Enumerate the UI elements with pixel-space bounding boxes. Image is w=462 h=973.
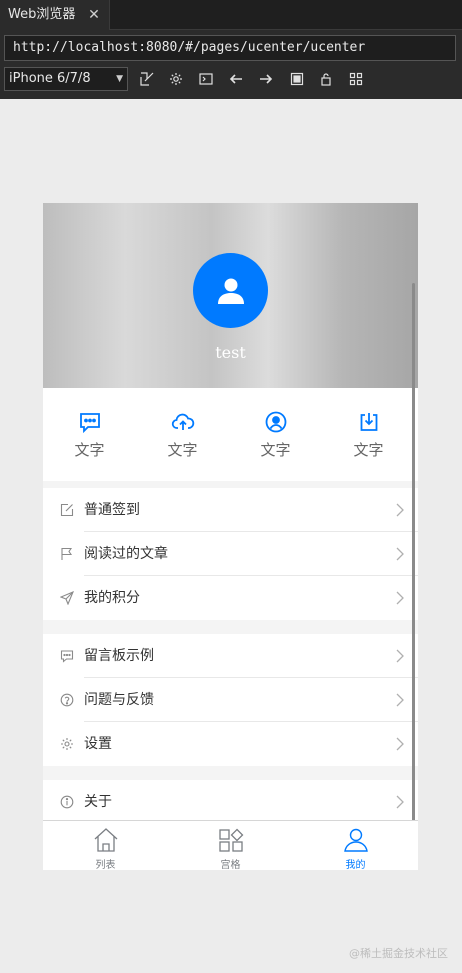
chevron-right-icon — [396, 693, 404, 707]
tab-mine[interactable]: 我的 — [293, 821, 418, 870]
quick-action-label: 文字 — [260, 441, 291, 459]
chevron-right-icon — [396, 591, 404, 605]
quick-action-label: 文字 — [167, 441, 198, 459]
home-icon — [94, 828, 118, 852]
tab-label: 宫格 — [220, 860, 241, 870]
menu-item-points[interactable]: 我的积分 — [43, 576, 418, 620]
menu-item-read-articles[interactable]: 阅读过的文章 — [43, 532, 418, 576]
info-icon — [60, 795, 74, 809]
quick-action-1[interactable]: 文字 — [43, 388, 136, 481]
chevron-right-icon — [396, 649, 404, 663]
edit-icon — [60, 503, 74, 517]
scrollbar[interactable] — [412, 283, 415, 853]
quick-actions: 文字 文字 文字 文字 — [43, 388, 418, 481]
phone-viewport: test 文字 文字 文字 文字 普通签到 阅读过的文章 我的积分 留言板示例 … — [43, 203, 418, 870]
forward-arrow-icon[interactable] — [256, 69, 276, 89]
grid-icon — [219, 828, 244, 852]
console-icon[interactable] — [196, 69, 216, 89]
gear-icon[interactable] — [166, 69, 186, 89]
lock-icon[interactable] — [316, 69, 336, 89]
message-icon — [60, 650, 74, 663]
quick-action-2[interactable]: 文字 — [136, 388, 229, 481]
chat-bubble-icon — [80, 413, 100, 434]
person-icon — [344, 828, 368, 852]
url-input[interactable]: http://localhost:8080/#/pages/ucenter/uc… — [4, 35, 456, 61]
quick-action-label: 文字 — [74, 441, 105, 459]
menu-item-label: 关于 — [84, 794, 112, 810]
watermark: @稀土掘金技术社区 — [349, 947, 448, 960]
screenshot-icon[interactable] — [287, 69, 307, 89]
menu-item-feedback[interactable]: 问题与反馈 — [43, 678, 418, 722]
menu-group-3: 关于 — [43, 780, 418, 824]
person-icon — [217, 278, 244, 304]
menu-item-about[interactable]: 关于 — [43, 780, 418, 824]
bottom-tab-bar: 列表 宫格 我的 — [43, 820, 418, 870]
menu-item-label: 我的积分 — [84, 590, 140, 606]
chevron-right-icon — [396, 737, 404, 751]
menu-item-label: 问题与反馈 — [84, 692, 154, 708]
ide-tab-bar: Web浏览器 ✕ — [0, 0, 462, 30]
send-icon — [60, 591, 74, 605]
chevron-right-icon — [396, 503, 404, 517]
tab-grid[interactable]: 宫格 — [168, 821, 293, 870]
close-tab-icon[interactable]: ✕ — [86, 0, 102, 30]
chevron-down-icon: ▼ — [116, 74, 123, 84]
quick-action-3[interactable]: 文字 — [229, 388, 322, 481]
menu-item-label: 留言板示例 — [84, 648, 154, 664]
menu-item-label: 设置 — [84, 736, 112, 752]
rotate-icon[interactable] — [137, 69, 157, 89]
menu-group-2: 留言板示例 问题与反馈 设置 — [43, 634, 418, 766]
username: test — [215, 343, 246, 362]
download-box-icon — [360, 413, 378, 431]
menu-item-settings[interactable]: 设置 — [43, 722, 418, 766]
browser-tab-title: Web浏览器 — [8, 7, 76, 22]
tab-label: 我的 — [345, 860, 366, 870]
tab-list[interactable]: 列表 — [43, 821, 168, 870]
browser-tab[interactable]: Web浏览器 ✕ — [0, 0, 110, 30]
menu-item-guestbook[interactable]: 留言板示例 — [43, 634, 418, 678]
settings-icon — [61, 738, 73, 750]
flag-icon — [61, 547, 73, 560]
avatar[interactable] — [193, 253, 268, 328]
help-icon — [60, 693, 74, 707]
device-select[interactable]: iPhone 6/7/8 ▼ — [4, 67, 128, 91]
menu-item-label: 阅读过的文章 — [84, 546, 168, 562]
menu-group-1: 普通签到 阅读过的文章 我的积分 — [43, 488, 418, 620]
menu-item-label: 普通签到 — [84, 502, 140, 518]
quick-action-label: 文字 — [353, 441, 384, 459]
cloud-upload-icon — [171, 413, 195, 430]
tab-label: 列表 — [95, 860, 116, 870]
menu-item-sign-in[interactable]: 普通签到 — [43, 488, 418, 532]
chevron-right-icon — [396, 795, 404, 809]
chevron-right-icon — [396, 547, 404, 561]
person-circle-icon — [265, 411, 287, 433]
quick-action-4[interactable]: 文字 — [322, 388, 415, 481]
device-select-value: iPhone 6/7/8 — [9, 71, 91, 86]
profile-header: test — [43, 203, 418, 388]
back-arrow-icon[interactable] — [226, 69, 246, 89]
qrcode-icon[interactable] — [346, 69, 366, 89]
ide-chrome: Web浏览器 ✕ http://localhost:8080/#/pages/u… — [0, 0, 462, 99]
